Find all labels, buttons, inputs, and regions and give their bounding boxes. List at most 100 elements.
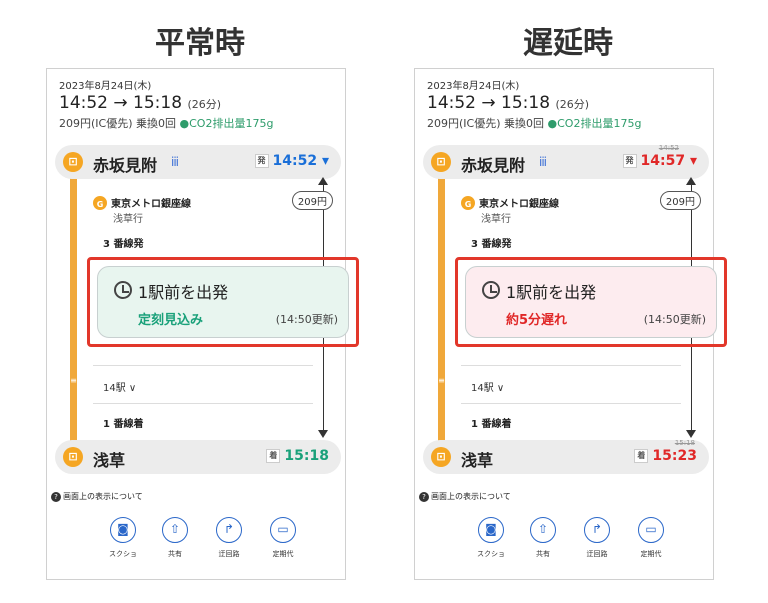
departure-time[interactable]: 発 14:57 ▾ — [622, 153, 697, 169]
divider — [461, 365, 681, 366]
destination-station[interactable]: ⊡ 浅草 着 15:18 — [55, 440, 341, 474]
route-panel-delay: 2023年8月24日(木) 14:52 → 15:18 (26分) 209円(I… — [414, 68, 727, 580]
share-button[interactable]: ⇧ 共有 — [523, 517, 563, 559]
train-icon: ⊡ — [63, 447, 83, 467]
leaf-icon: ● — [179, 117, 190, 130]
status-title: 1駅前を出発 — [506, 283, 597, 302]
detour-button[interactable]: ↱ 迂回路 — [577, 517, 617, 559]
detour-button[interactable]: ↱ 迂回路 — [209, 517, 249, 559]
duration: (26分) — [555, 98, 590, 111]
platform-arr: 1 番線着 — [103, 419, 144, 430]
arrow-up-icon — [686, 177, 696, 185]
about-display-link[interactable]: ? 画面上の表示について — [51, 491, 143, 502]
crowd-icon: iii — [539, 155, 547, 169]
route-time: 14:52 → 15:18 (26分) — [427, 93, 589, 113]
train-icon: ⊡ — [431, 447, 451, 467]
dep-time: 14:57 ▾ — [640, 153, 697, 169]
destination-name: 浅草 — [93, 451, 126, 470]
action-label: 迂回路 — [218, 550, 240, 558]
status-value: 約5分遅れ — [506, 313, 568, 328]
line-label: 東京メトロ銀座線 — [479, 199, 559, 210]
fare-summary: 209円(IC優先) 乗換0回 ●CO2排出量175g — [427, 115, 641, 131]
arrival-time: 着 15:23 — [634, 448, 697, 464]
leaf-icon: ● — [547, 117, 558, 130]
share-icon: ⇧ — [530, 517, 556, 543]
status-highlight: 1駅前を出発 約5分遅れ (14:50更新) — [455, 257, 727, 347]
route-time: 14:52 → 15:18 (26分) — [59, 93, 221, 113]
origin-station[interactable]: ⊡ 赤坂見附 iii 14:52 発 14:57 ▾ — [423, 144, 709, 179]
status-card: 1駅前を出発 約5分遅れ (14:50更新) — [465, 266, 717, 338]
scheduled-arr-time: 15:18 — [674, 439, 695, 447]
commuter-pass-icon: ▭ — [638, 517, 664, 543]
divider — [93, 365, 313, 366]
screenshot-button[interactable]: ◙ スクショ — [103, 517, 143, 559]
action-bar: ◙ スクショ ⇧ 共有 ↱ 迂回路 ▭ 定期代 — [103, 517, 303, 567]
origin-station[interactable]: ⊡ 赤坂見附 iii 発 14:52 ▾ — [55, 145, 341, 179]
camera-icon: ◙ — [478, 517, 504, 543]
time-range: 14:52 → 15:18 — [427, 93, 551, 113]
fare-summary: 209円(IC優先) 乗換0回 ●CO2排出量175g — [59, 115, 273, 131]
commuter-pass-button[interactable]: ▭ 定期代 — [631, 517, 671, 559]
action-label: 定期代 — [272, 550, 294, 558]
departure-time[interactable]: 発 14:52 ▾ — [254, 153, 329, 169]
about-text: 画面上の表示について — [431, 492, 511, 501]
co2-text: CO2排出量175g — [189, 117, 274, 130]
fare-chip: 209円 — [291, 191, 333, 210]
destination-station[interactable]: ⊡ 浅草 15:18 着 15:23 — [423, 439, 709, 474]
train-icon: ⊡ — [431, 152, 451, 172]
action-label: スクショ — [477, 550, 505, 558]
arrival-time: 着 15:18 — [266, 448, 329, 464]
fare-text: 209円(IC優先) 乗換0回 — [427, 117, 544, 130]
co2-text: CO2排出量175g — [557, 117, 642, 130]
action-label: スクショ — [109, 550, 137, 558]
divider — [93, 403, 313, 404]
status-updated: (14:50更新) — [643, 313, 706, 326]
arr-label: 着 — [266, 449, 281, 463]
destination-name: 浅草 — [461, 451, 494, 470]
fare-text: 209円(IC優先) 乗換0回 — [59, 117, 176, 130]
share-button[interactable]: ⇧ 共有 — [155, 517, 195, 559]
action-bar: ◙ スクショ ⇧ 共有 ↱ 迂回路 ▭ 定期代 — [471, 517, 671, 567]
bound-for: 浅草行 — [481, 214, 511, 225]
commuter-pass-button[interactable]: ▭ 定期代 — [263, 517, 303, 559]
heading-normal: 平常時 — [155, 26, 245, 61]
action-label: 共有 — [168, 550, 182, 558]
status-updated: (14:50更新) — [275, 313, 338, 326]
line-badge: G — [93, 196, 107, 210]
platform-arr: 1 番線着 — [471, 419, 512, 430]
train-icon: ⊡ — [63, 152, 83, 172]
status-card: 1駅前を出発 定刻見込み (14:50更新) — [97, 266, 349, 338]
route-line — [70, 177, 77, 443]
share-icon: ⇧ — [162, 517, 188, 543]
status-highlight: 1駅前を出発 定刻見込み (14:50更新) — [87, 257, 359, 347]
stops-toggle[interactable]: 14駅 ∨ — [103, 379, 136, 394]
dep-label: 発 — [254, 154, 269, 168]
stops-toggle[interactable]: 14駅 ∨ — [471, 379, 504, 394]
route-date: 2023年8月24日(木) — [59, 81, 152, 92]
divider — [461, 403, 681, 404]
clock-icon — [482, 281, 500, 299]
rail-tick: ≡ — [70, 376, 77, 385]
help-icon: ? — [419, 492, 429, 502]
platform-dep: 3 番線発 — [103, 239, 144, 250]
detour-icon: ↱ — [216, 517, 242, 543]
action-label: 共有 — [536, 550, 550, 558]
route-panel-normal: 2023年8月24日(木) 14:52 → 15:18 (26分) 209円(I… — [46, 68, 359, 580]
route-date: 2023年8月24日(木) — [427, 81, 520, 92]
heading-delay: 遅延時 — [523, 26, 613, 61]
about-display-link[interactable]: ? 画面上の表示について — [419, 491, 511, 502]
line-badge: G — [461, 196, 475, 210]
arr-label: 着 — [634, 449, 649, 463]
bound-for: 浅草行 — [113, 214, 143, 225]
line-name: G 東京メトロ銀座線 — [461, 195, 559, 210]
crowd-icon: iii — [171, 155, 179, 169]
arrow-down-icon — [686, 430, 696, 438]
action-label: 迂回路 — [586, 550, 608, 558]
action-label: 定期代 — [640, 550, 662, 558]
line-label: 東京メトロ銀座線 — [111, 199, 191, 210]
help-icon: ? — [51, 492, 61, 502]
screenshot-button[interactable]: ◙ スクショ — [471, 517, 511, 559]
line-name: G 東京メトロ銀座線 — [93, 195, 191, 210]
duration: (26分) — [187, 98, 222, 111]
camera-icon: ◙ — [110, 517, 136, 543]
